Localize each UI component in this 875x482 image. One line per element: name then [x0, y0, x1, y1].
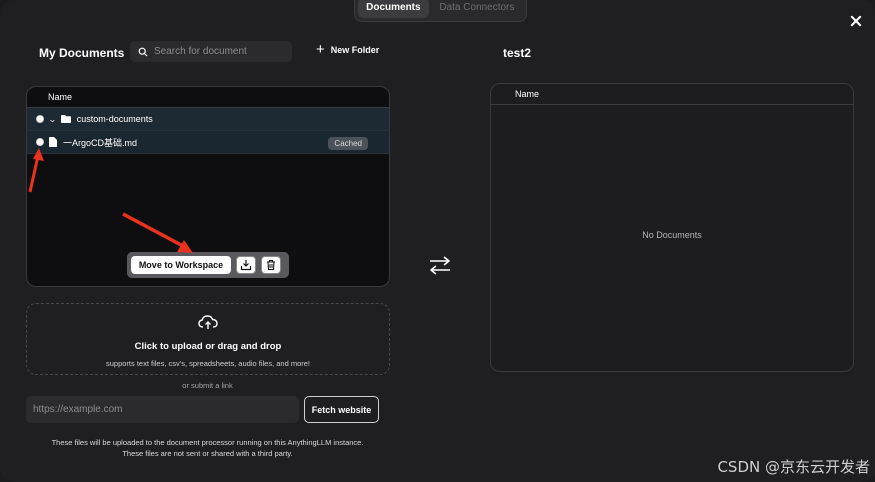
- embed-icon: [240, 260, 252, 271]
- workspace-documents-panel: Name No Documents: [490, 83, 854, 372]
- folder-row[interactable]: ⌄ custom-documents: [27, 108, 389, 131]
- chevron-down-icon[interactable]: ⌄: [48, 115, 57, 124]
- search-input[interactable]: [154, 46, 284, 57]
- upload-notice: These files will be uploaded to the docu…: [0, 438, 415, 459]
- watermark: CSDN @京东云开发者: [717, 458, 870, 476]
- delete-button[interactable]: [261, 256, 281, 274]
- fetch-website-button[interactable]: Fetch website: [304, 396, 379, 423]
- new-folder-button[interactable]: + New Folder: [316, 41, 380, 58]
- file-checkbox[interactable]: [36, 138, 44, 146]
- name-column-header: Name: [27, 87, 389, 108]
- trash-icon: [267, 259, 275, 271]
- search-icon: [138, 47, 148, 56]
- embed-button[interactable]: [236, 256, 256, 274]
- upload-dropzone[interactable]: Click to upload or drag and drop support…: [26, 303, 390, 375]
- notice-line-2: These files are not sent or shared with …: [122, 448, 293, 458]
- notice-line-1: These files will be uploaded to the docu…: [51, 438, 364, 447]
- folder-icon: [60, 115, 71, 123]
- selection-action-bar: Move to Workspace: [127, 252, 289, 278]
- or-submit-link-label: or submit a link: [182, 381, 233, 390]
- swap-arrows-icon[interactable]: [429, 256, 451, 275]
- no-documents-text: No Documents: [642, 230, 702, 240]
- folder-name: custom-documents: [76, 114, 153, 124]
- tab-documents[interactable]: Documents: [358, 0, 429, 18]
- file-row[interactable]: 一ArgoCD基础.md Cached: [27, 131, 389, 154]
- move-to-workspace-button[interactable]: Move to Workspace: [131, 256, 231, 274]
- workspace-title: test2: [503, 46, 532, 60]
- tab-bar: Documents Data Connectors: [354, 0, 527, 22]
- folder-checkbox[interactable]: [36, 115, 44, 123]
- url-input[interactable]: [26, 396, 299, 423]
- new-folder-label: New Folder: [330, 45, 380, 55]
- upload-title: Click to upload or drag and drop: [134, 341, 282, 352]
- workspace-name-column-header: Name: [491, 84, 853, 105]
- document-modal: Documents Data Connectors My Documents +…: [0, 0, 875, 482]
- search-field[interactable]: [130, 41, 292, 62]
- cached-badge: Cached: [328, 137, 368, 150]
- file-name: 一ArgoCD基础.md: [63, 137, 138, 148]
- tab-data-connectors[interactable]: Data Connectors: [431, 0, 523, 18]
- plus-icon: +: [316, 41, 325, 58]
- upload-subtitle: supports text files, csv's, spreadsheets…: [105, 359, 311, 368]
- my-documents-title: My Documents: [39, 46, 125, 60]
- cloud-upload-icon: [198, 315, 218, 329]
- close-icon[interactable]: [847, 12, 865, 30]
- file-icon: [49, 137, 57, 147]
